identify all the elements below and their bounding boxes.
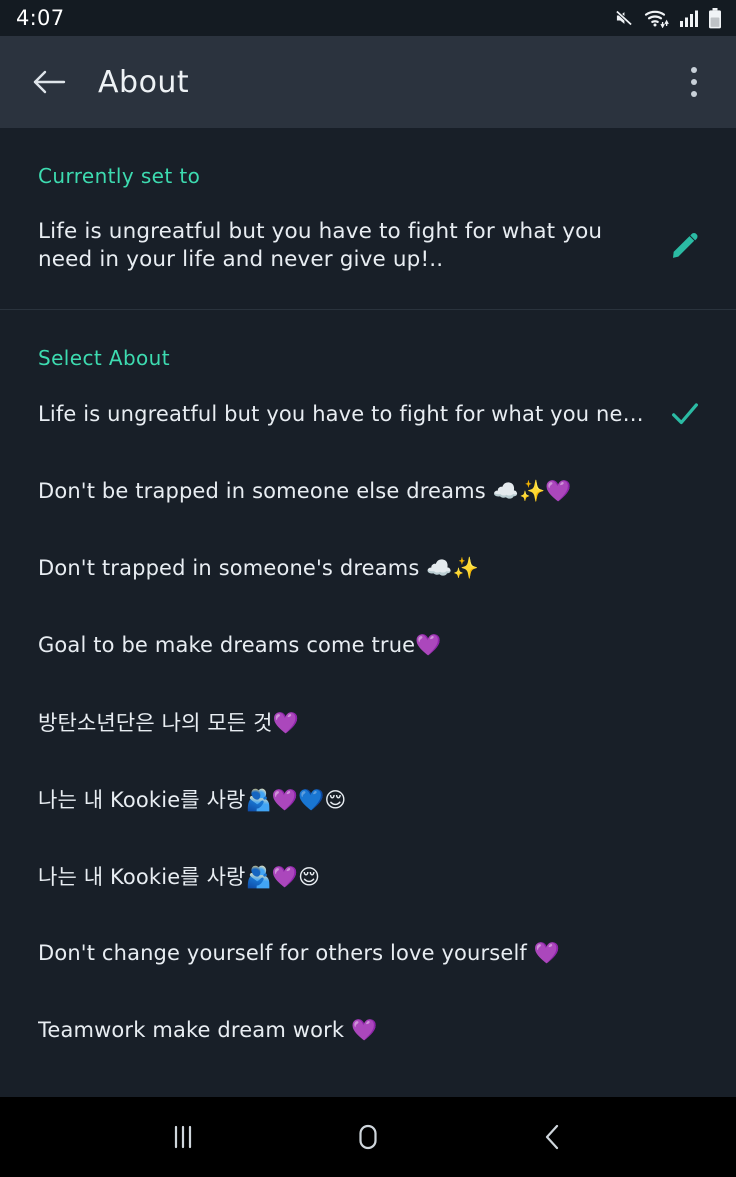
- list-item-label: Don't trapped in someone's dreams ☁️✨: [38, 555, 479, 580]
- mute-icon: [613, 8, 635, 28]
- select-about-label: Select About: [38, 345, 170, 370]
- content-area: Currently set to Life is ungreatful but …: [0, 128, 736, 1097]
- status-time: 4:07: [16, 6, 65, 30]
- system-navigation-bar: [0, 1097, 736, 1177]
- list-item[interactable]: 방탄소년단은 나의 모든 것💜: [0, 684, 736, 761]
- arrow-left-icon[interactable]: [26, 59, 72, 105]
- list-item[interactable]: Goal to be make dreams come true💜: [0, 607, 736, 684]
- list-item[interactable]: Don't trapped in someone's dreams ☁️✨: [0, 530, 736, 607]
- list-item-label: Life is ungreatful but you have to fight…: [38, 402, 657, 427]
- list-item-label: 나는 내 Kookie를 사랑🫂💜💙😌: [38, 788, 347, 813]
- about-options-list: Life is ungreatful but you have to fight…: [0, 370, 736, 1069]
- status-icon-group: [613, 7, 722, 29]
- recents-icon[interactable]: [148, 1107, 218, 1167]
- check-icon: [662, 391, 708, 437]
- battery-icon: [708, 7, 722, 29]
- list-item[interactable]: 나는 내 Kookie를 사랑🫂💜😌: [0, 838, 736, 915]
- list-item-label: Don't change yourself for others love yo…: [38, 940, 561, 965]
- list-item-label: 나는 내 Kookie를 사랑🫂💜😌: [38, 865, 321, 890]
- currently-set-to-value: Life is ungreatful but you have to fight…: [38, 219, 603, 273]
- pencil-icon[interactable]: [662, 222, 708, 268]
- wifi-icon: [644, 8, 670, 28]
- page-title: About: [98, 64, 190, 100]
- more-vertical-icon[interactable]: [672, 56, 716, 108]
- currently-set-to-label: Currently set to: [38, 164, 201, 188]
- list-item-label: Teamwork make dream work 💜: [38, 1017, 378, 1042]
- list-item[interactable]: Teamwork make dream work 💜: [0, 992, 736, 1069]
- list-item[interactable]: Life is ungreatful but you have to fight…: [0, 376, 736, 453]
- home-icon[interactable]: [333, 1107, 403, 1167]
- list-item[interactable]: 나는 내 Kookie를 사랑🫂💜💙😌: [0, 761, 736, 838]
- list-item-label: 방탄소년단은 나의 모든 것💜: [38, 711, 299, 736]
- cellular-signal-icon: [679, 8, 699, 28]
- list-item[interactable]: Don't be trapped in someone else dreams …: [0, 453, 736, 530]
- list-item[interactable]: Don't change yourself for others love yo…: [0, 915, 736, 992]
- list-item-label: Don't be trapped in someone else dreams …: [38, 478, 572, 503]
- app-toolbar: About: [0, 36, 736, 128]
- list-item-label: Goal to be make dreams come true💜: [38, 632, 442, 657]
- back-chevron-icon[interactable]: [518, 1107, 588, 1167]
- currently-set-to-row: Life is ungreatful but you have to fight…: [0, 188, 736, 309]
- status-bar: 4:07: [0, 0, 736, 36]
- app-screen: 4:07 About Currently set to Life is ungr…: [0, 0, 736, 1177]
